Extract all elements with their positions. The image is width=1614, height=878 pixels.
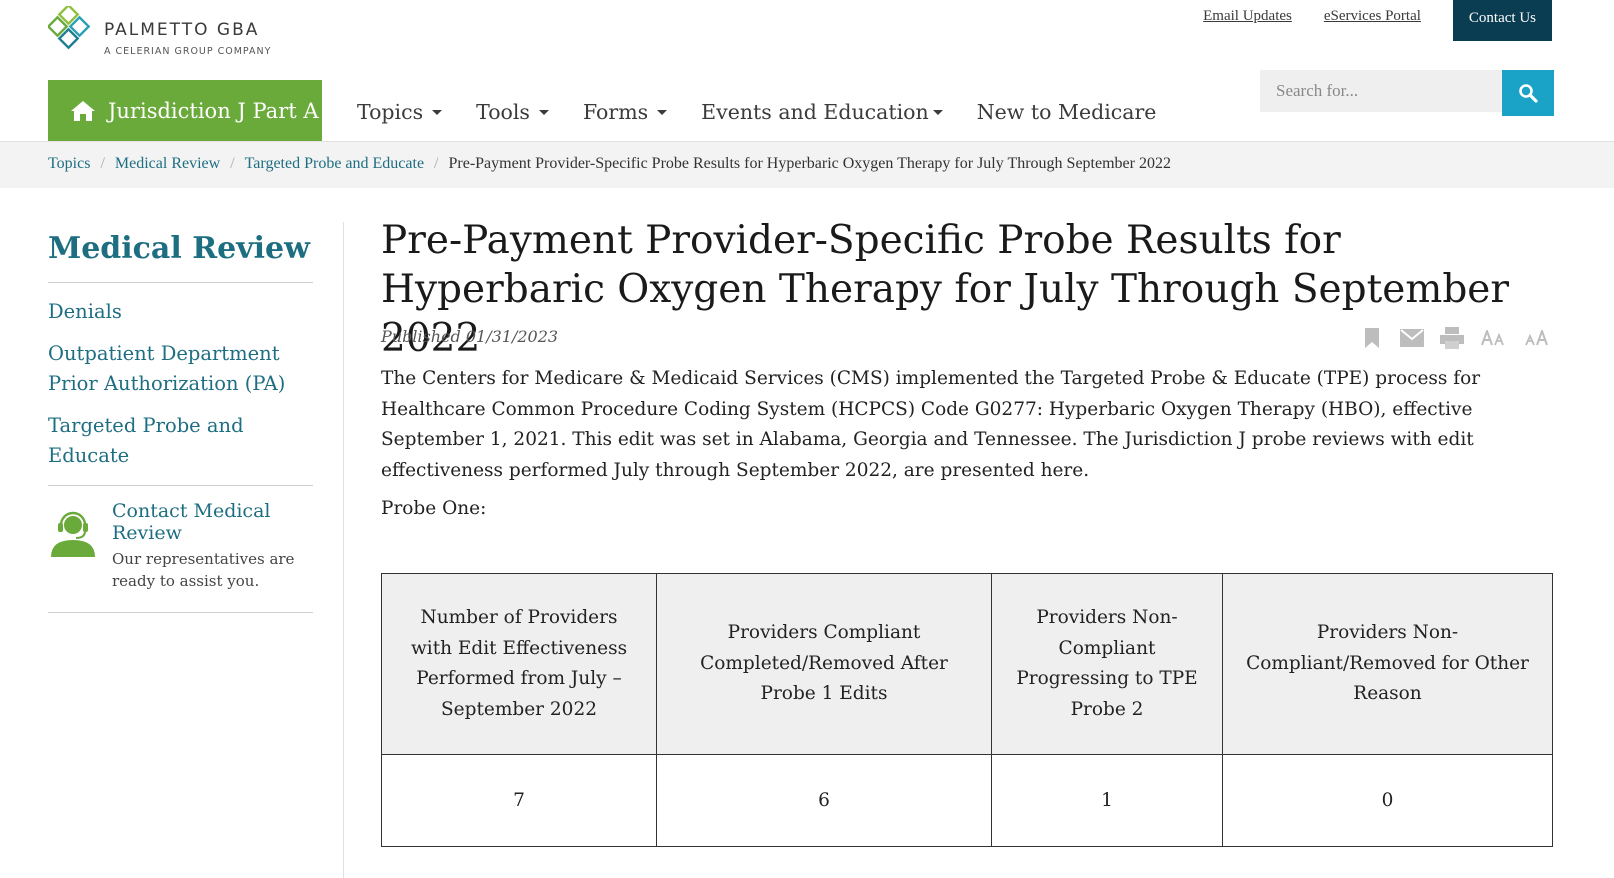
article-tools <box>1360 326 1552 350</box>
nav-topics[interactable]: Topics <box>357 96 443 128</box>
main-nav: Topics Tools Forms Events and Education … <box>357 96 1190 128</box>
chevron-down-icon <box>432 109 443 115</box>
breadcrumb-separator: / <box>434 155 439 172</box>
headset-agent-icon <box>51 511 95 557</box>
contact-medical-review-link[interactable]: Contact Medical Review <box>112 500 292 544</box>
table-header: Number of Providers with Edit Effectiven… <box>381 573 657 755</box>
site-logo[interactable]: PALMETTO GBA A CELERIAN GROUP COMPANY <box>48 6 288 58</box>
sidebar-divider <box>343 222 344 878</box>
search-icon <box>1519 84 1538 103</box>
utility-nav: Email Updates eServices Portal Contact U… <box>1203 0 1552 41</box>
breadcrumb-separator: / <box>100 155 105 172</box>
published-date: Published 01/31/2023 <box>381 327 559 346</box>
nav-topics-label: Topics <box>357 100 424 124</box>
sidebar: Medical Review Denials Outpatient Depart… <box>48 228 313 613</box>
probe-results-table: Number of Providers with Edit Effectiven… <box>381 573 1553 847</box>
sidebar-title: Medical Review <box>48 228 313 283</box>
email-icon[interactable] <box>1400 326 1424 350</box>
logo-subtitle: A CELERIAN GROUP COMPANY <box>104 46 272 57</box>
email-updates-link[interactable]: Email Updates <box>1203 8 1292 25</box>
eservices-portal-link[interactable]: eServices Portal <box>1324 8 1421 25</box>
table-header-row: Number of Providers with Edit Effectiven… <box>381 573 1553 755</box>
search-form <box>1260 70 1554 116</box>
table-cell: 1 <box>991 754 1223 847</box>
jurisdiction-button[interactable]: Jurisdiction J Part A <box>48 80 322 142</box>
chevron-down-icon <box>657 109 668 115</box>
nav-events-education[interactable]: Events and Education <box>701 96 943 128</box>
table-header: Providers Non-Compliant/Removed for Othe… <box>1222 573 1553 755</box>
table-cell: 6 <box>656 754 992 847</box>
search-button[interactable] <box>1502 70 1554 116</box>
contact-subtitle: Our representatives are ready to assist … <box>112 550 295 590</box>
nav-new-to-medicare[interactable]: New to Medicare <box>977 96 1157 128</box>
sidebar-item-denials[interactable]: Denials <box>48 297 313 327</box>
bookmark-icon[interactable] <box>1360 326 1384 350</box>
table-cell: 0 <box>1222 754 1553 847</box>
breadcrumb-targeted-probe[interactable]: Targeted Probe and Educate <box>245 155 424 173</box>
table-header: Providers Compliant Completed/Removed Af… <box>656 573 992 755</box>
table-row: 7 6 1 0 <box>381 754 1553 847</box>
nav-forms[interactable]: Forms <box>582 96 668 128</box>
print-icon[interactable] <box>1440 326 1464 350</box>
contact-card: Contact Medical Review Our representativ… <box>48 486 313 613</box>
logo-name: PALMETTO GBA <box>104 20 260 40</box>
decrease-font-icon[interactable] <box>1480 326 1508 350</box>
nav-tools-label: Tools <box>476 100 530 124</box>
chevron-down-icon <box>538 109 549 115</box>
palmetto-logo-icon <box>48 6 91 50</box>
increase-font-icon[interactable] <box>1524 326 1552 350</box>
sidebar-links: Denials Outpatient Department Prior Auth… <box>48 283 313 486</box>
nav-forms-label: Forms <box>582 100 649 124</box>
jurisdiction-label: Jurisdiction J Part A <box>108 99 319 123</box>
table-header: Providers Non-Compliant Progressing to T… <box>991 573 1223 755</box>
breadcrumb-topics[interactable]: Topics <box>48 155 90 173</box>
probe-label: Probe One: <box>381 498 487 519</box>
nav-events-label: Events and Education <box>701 100 929 124</box>
chevron-down-icon <box>932 109 943 115</box>
nav-new-to-medicare-label: New to Medicare <box>976 100 1157 124</box>
breadcrumb-medical-review[interactable]: Medical Review <box>115 155 220 173</box>
breadcrumb-separator: / <box>230 155 235 172</box>
home-icon <box>71 101 95 121</box>
breadcrumb: Topics / Medical Review / Targeted Probe… <box>48 155 1171 173</box>
sidebar-item-targeted-probe[interactable]: Targeted Probe and Educate <box>48 411 313 471</box>
intro-paragraph: The Centers for Medicare & Medicaid Serv… <box>381 368 1481 481</box>
table-cell: 7 <box>381 754 657 847</box>
contact-us-button[interactable]: Contact Us <box>1452 0 1552 41</box>
sidebar-item-outpatient-pa[interactable]: Outpatient Department Prior Authorizatio… <box>48 339 313 399</box>
nav-tools[interactable]: Tools <box>476 96 549 128</box>
search-input[interactable] <box>1260 70 1502 112</box>
breadcrumb-current: Pre-Payment Provider-Specific Probe Resu… <box>448 155 1171 172</box>
